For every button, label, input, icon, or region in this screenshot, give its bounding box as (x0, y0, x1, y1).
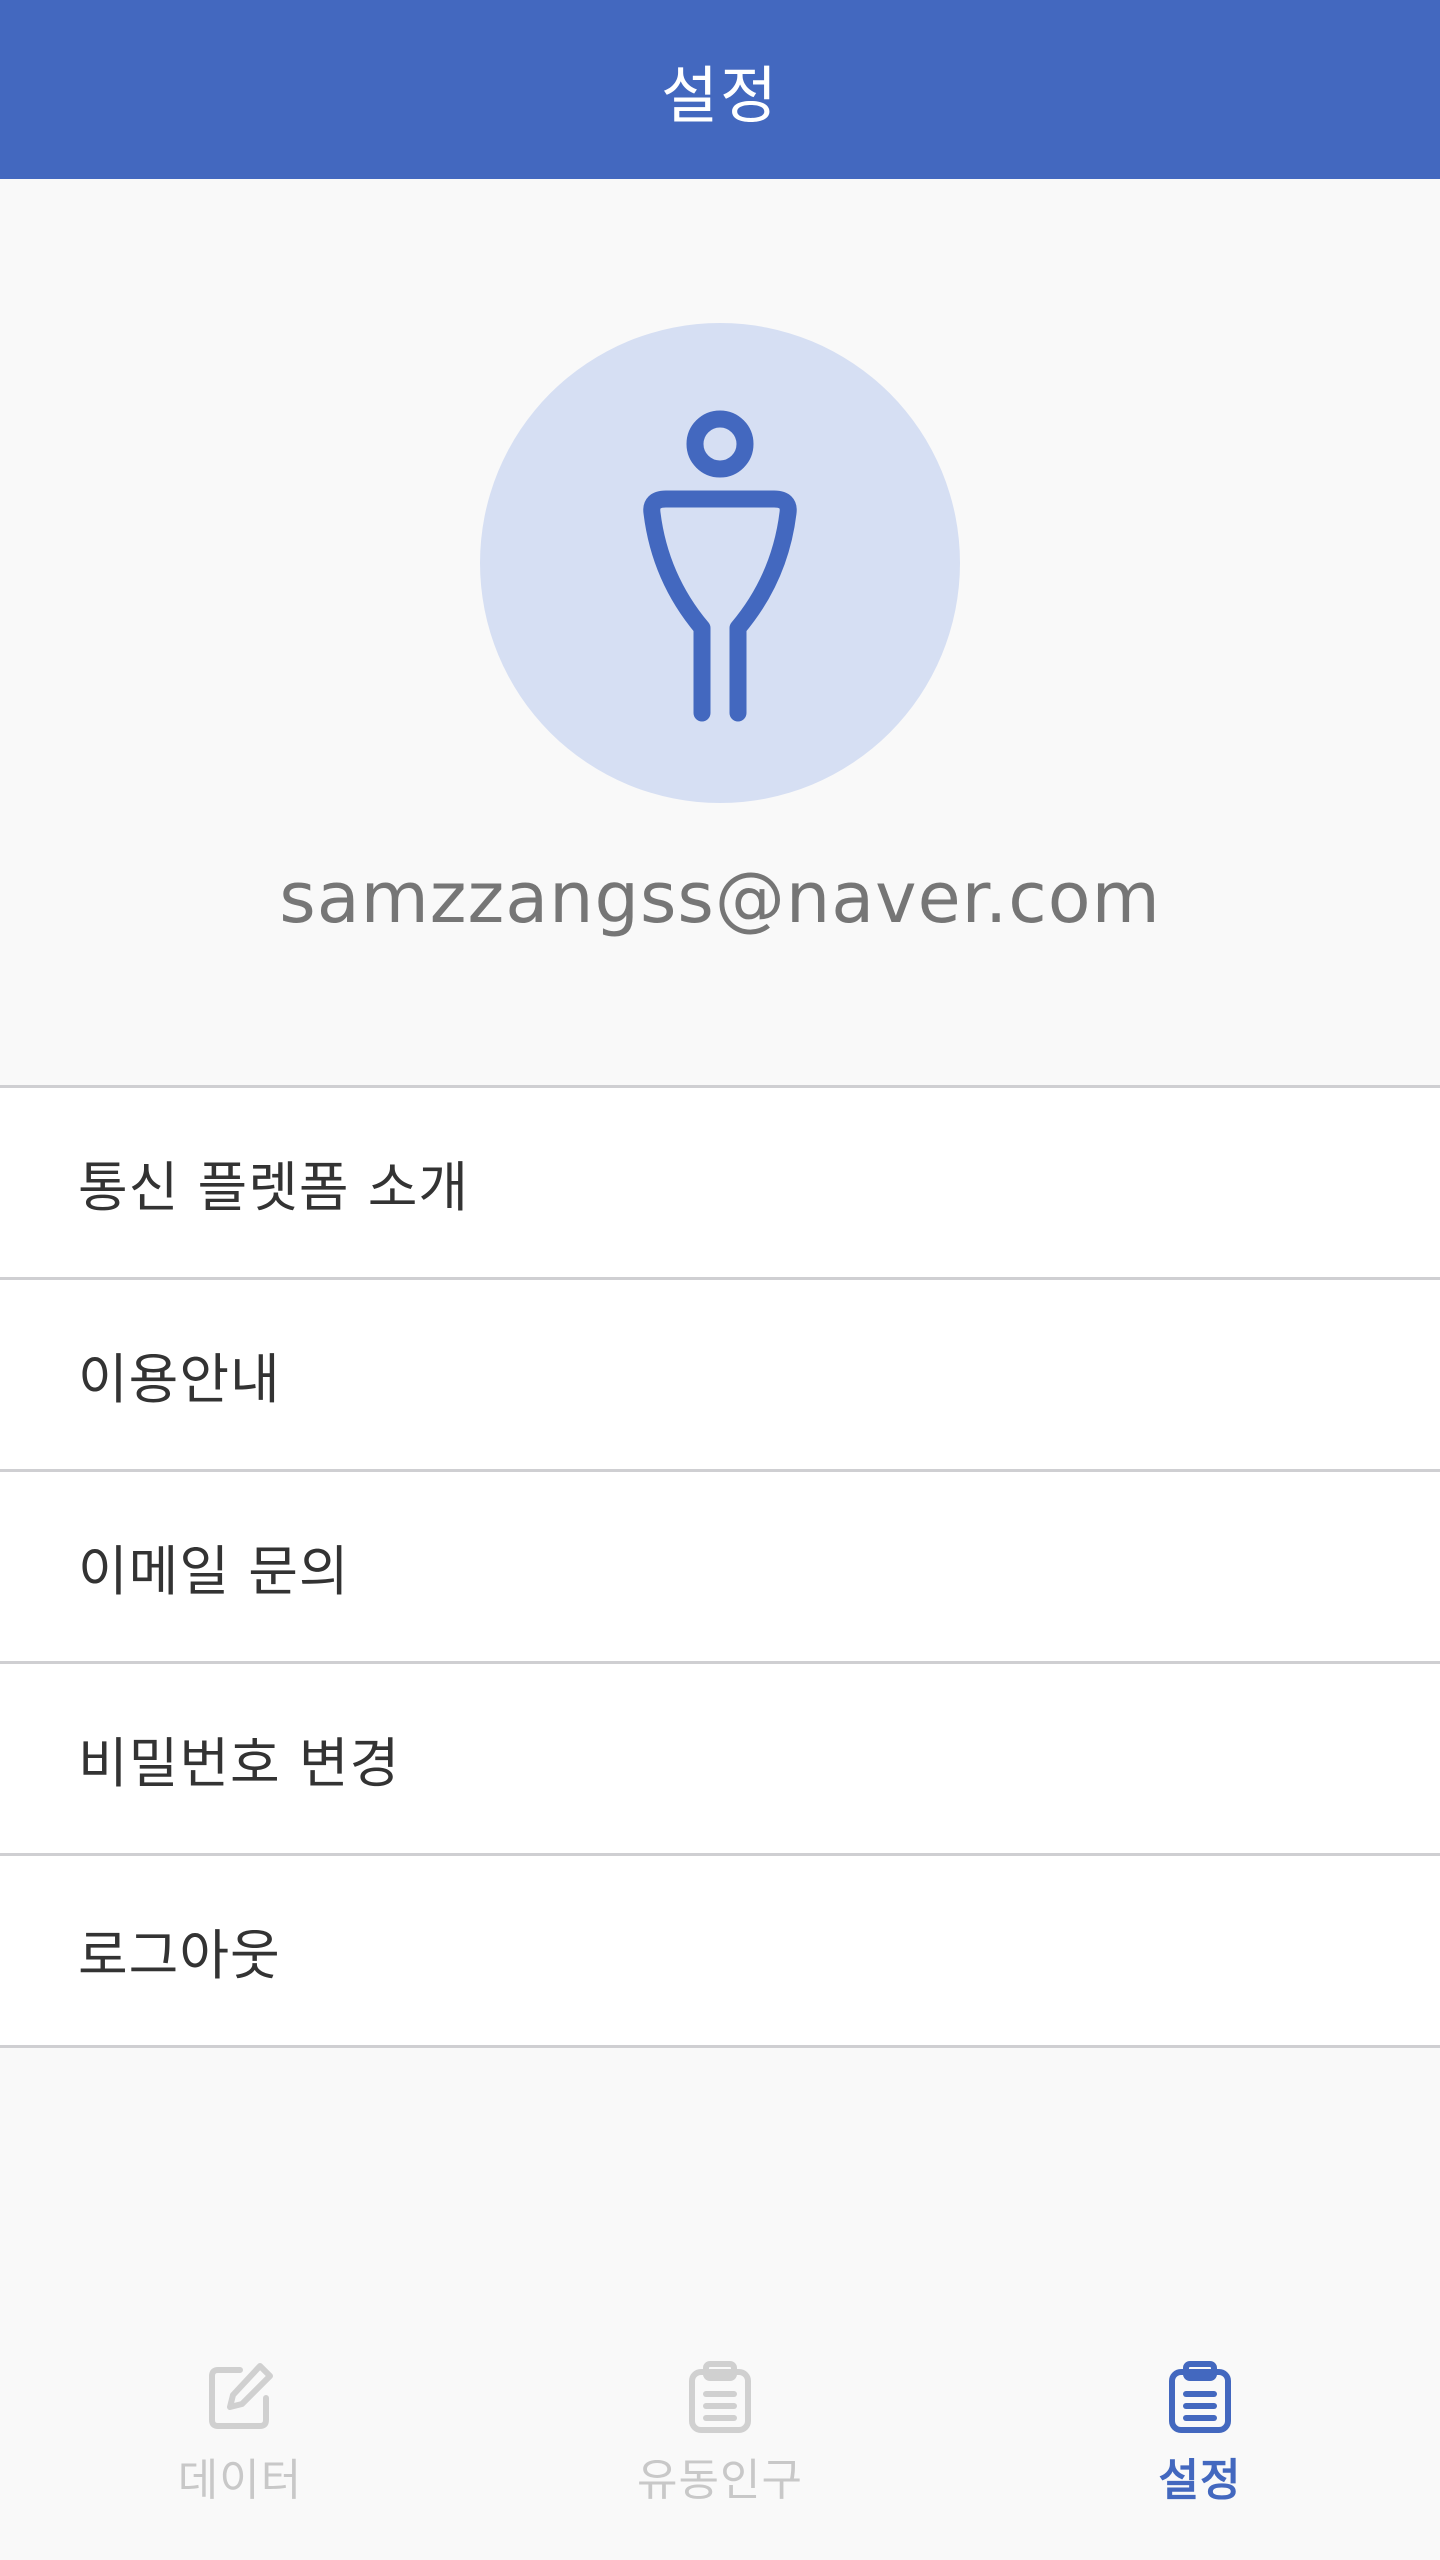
page-title: 설정 (660, 58, 780, 132)
menu-item-label: 이메일 문의 (78, 1540, 350, 1603)
user-email: samzzangss@naver.com (279, 857, 1161, 939)
tab-label: 유동인구 (637, 2455, 803, 2506)
menu-item-logout[interactable]: 로그아웃 (0, 1856, 1440, 2048)
settings-screen: 설정 samzzangss@naver.com 통신 플렛폼 소개 이용안내 이… (0, 0, 1440, 2560)
tab-data[interactable]: 데이터 (0, 2330, 480, 2560)
tab-settings[interactable]: 설정 (960, 2330, 1440, 2560)
menu-item-platform-intro[interactable]: 통신 플렛폼 소개 (0, 1088, 1440, 1280)
menu-item-email-inquiry[interactable]: 이메일 문의 (0, 1472, 1440, 1664)
menu-item-change-password[interactable]: 비밀번호 변경 (0, 1664, 1440, 1856)
clipboard-icon (1169, 2361, 1231, 2433)
menu-item-label: 통신 플렛폼 소개 (78, 1156, 470, 1219)
menu-item-label: 로그아웃 (78, 1924, 281, 1987)
tab-label: 설정 (1158, 2455, 1242, 2506)
menu-item-label: 이용안내 (78, 1348, 281, 1411)
menu-item-usage-guide[interactable]: 이용안내 (0, 1280, 1440, 1472)
profile-section: samzzangss@naver.com (0, 179, 1440, 1085)
settings-menu: 통신 플렛폼 소개 이용안내 이메일 문의 비밀번호 변경 로그아웃 (0, 1085, 1440, 2048)
avatar (480, 323, 960, 803)
clipboard-icon (689, 2361, 751, 2433)
bottom-navigation: 데이터 유동인구 설정 (0, 2330, 1440, 2560)
tab-floating-population[interactable]: 유동인구 (480, 2330, 960, 2560)
edit-icon (209, 2363, 273, 2429)
menu-item-label: 비밀번호 변경 (78, 1732, 401, 1795)
person-icon (643, 410, 797, 722)
tab-label: 데이터 (177, 2455, 303, 2506)
app-bar: 설정 (0, 0, 1440, 179)
